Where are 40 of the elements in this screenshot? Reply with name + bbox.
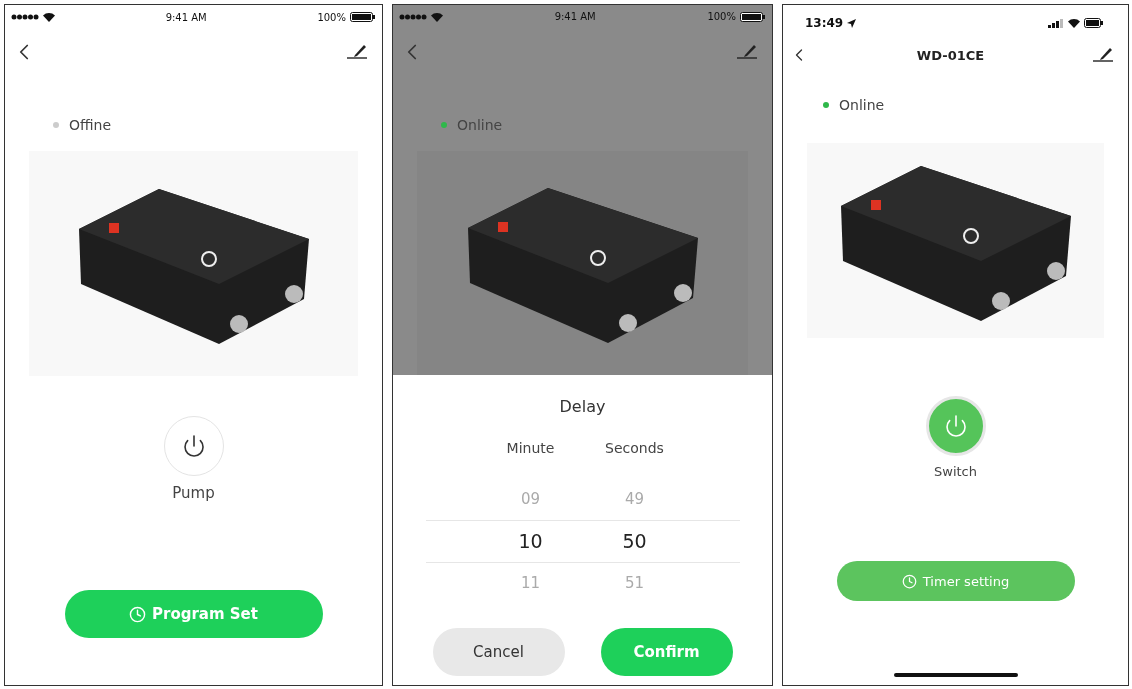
signal-icon — [11, 14, 39, 20]
wifi-icon — [1068, 18, 1080, 28]
clock-time: 9:41 AM — [165, 11, 207, 23]
clock-time: 13:49 — [805, 16, 844, 30]
edit-icon[interactable] — [1092, 46, 1114, 64]
signal-icon — [1048, 18, 1064, 28]
connection-status: Online — [839, 97, 885, 113]
device-title: WD-01CE — [916, 47, 985, 63]
battery-percent: 100% — [707, 11, 736, 23]
battery-percent: 100% — [317, 11, 346, 23]
power-icon — [181, 434, 206, 458]
picker-value[interactable]: 10 — [518, 520, 543, 562]
wifi-icon — [431, 11, 443, 22]
power-icon — [943, 414, 968, 438]
picker-value[interactable]: 49 — [624, 478, 645, 520]
sheet-title: Delay — [559, 397, 606, 416]
battery-icon — [350, 12, 376, 22]
cancel-button[interactable]: Cancel — [432, 628, 565, 676]
power-label: Switch — [934, 464, 977, 479]
picker-value[interactable]: 11 — [520, 562, 541, 604]
signal-icon — [399, 13, 427, 20]
battery-icon — [740, 11, 766, 22]
confirm-button[interactable]: Confirm — [600, 628, 733, 676]
wifi-icon — [43, 12, 55, 22]
picker-header: Minute — [506, 440, 555, 458]
location-arrow-icon — [847, 18, 857, 28]
clock-time: 9:41 AM — [554, 11, 596, 23]
timer-button[interactable]: Program Set — [64, 590, 323, 638]
connection-status: Online — [457, 116, 503, 133]
picker-value[interactable]: 51 — [624, 562, 645, 604]
timer-button[interactable]: Timer setting — [836, 561, 1075, 601]
picker-header: Seconds — [605, 440, 664, 458]
power-label: Pump — [172, 484, 215, 502]
clock-icon — [901, 573, 917, 589]
battery-icon — [1084, 18, 1104, 28]
clock-icon — [129, 605, 146, 623]
picker-value[interactable]: 09 — [520, 478, 541, 520]
picker-value[interactable]: 50 — [622, 520, 647, 562]
edit-icon[interactable] — [346, 43, 368, 61]
connection-status: Offine — [69, 117, 112, 133]
